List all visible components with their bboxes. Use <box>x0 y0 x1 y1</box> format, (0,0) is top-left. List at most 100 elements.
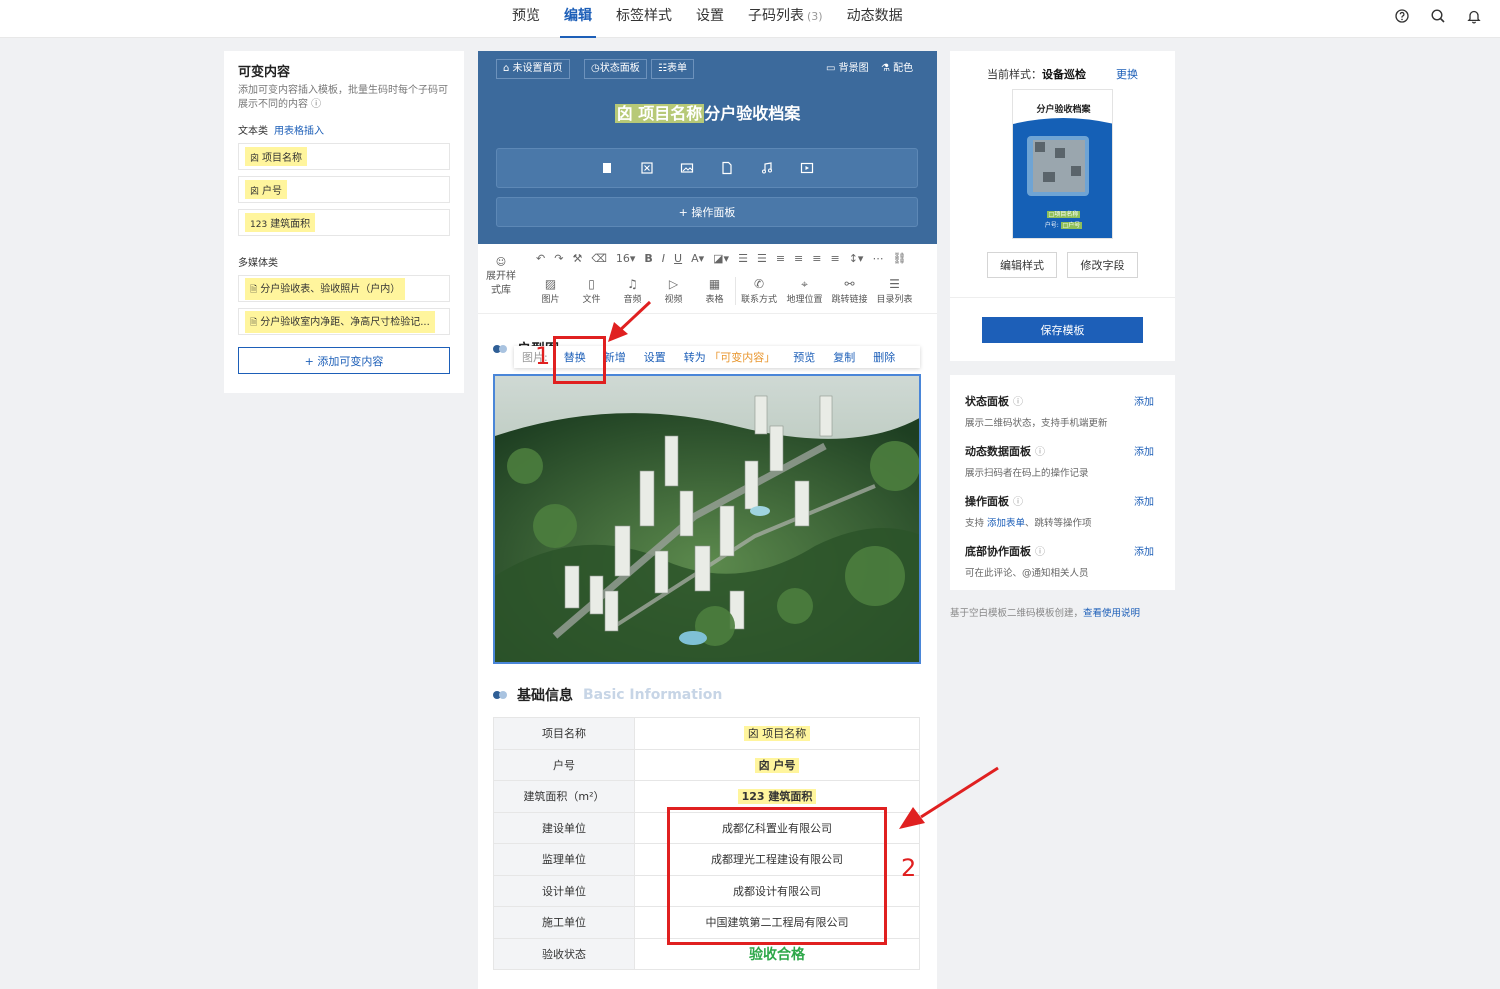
insert-toc-button[interactable]: ☰ 目录列表 <box>872 277 917 305</box>
align-right-icon[interactable]: ≡ <box>812 252 821 265</box>
underline-icon[interactable]: U <box>674 252 682 265</box>
add-collaboration-panel-link[interactable]: 添加 <box>1134 543 1154 558</box>
image-settings-button[interactable]: 设置 <box>644 349 666 365</box>
eraser-icon[interactable]: ⌫ <box>591 252 607 265</box>
aerial-view-image[interactable] <box>493 374 921 664</box>
bold-icon[interactable]: B <box>644 252 652 265</box>
insert-link-button[interactable]: ⚯ 跳转链接 <box>827 277 872 305</box>
help-icon[interactable]: ⓘ <box>1035 547 1045 558</box>
link-icon[interactable]: ⛓ <box>892 252 906 265</box>
video-icon[interactable] <box>800 161 814 175</box>
background-image-button[interactable]: ▭ 背景图 <box>826 59 869 74</box>
variable-content-panel: 可变内容 添加可变内容插入模板，批量生码时每个子码可展示不同的内容 ⓘ 文本类用… <box>224 51 464 393</box>
color-scheme-button[interactable]: ⚗ 配色 <box>881 59 913 74</box>
tab-dynamic-data[interactable]: 动态数据 <box>835 0 915 38</box>
panel-name: 状态面板 <box>965 395 1009 408</box>
file-icon[interactable] <box>720 161 734 175</box>
header-icon-bar <box>496 148 918 188</box>
variable-label: 户号 <box>262 186 283 197</box>
help-icon[interactable] <box>1394 8 1410 24</box>
delete-image-button[interactable]: 删除 <box>873 349 895 365</box>
highlight-icon[interactable]: ◪▾ <box>713 252 729 265</box>
insert-contact-button[interactable]: ✆ 联系方式 <box>735 277 782 305</box>
bookmark-icon[interactable] <box>600 161 614 175</box>
form-button[interactable]: ☷表单 <box>651 59 694 79</box>
usage-guide-link[interactable]: 查看使用说明 <box>1083 608 1140 619</box>
add-operation-panel-link[interactable]: 添加 <box>1134 493 1154 508</box>
list-icon: ☰ <box>889 277 900 291</box>
italic-icon[interactable]: I <box>662 252 665 265</box>
edit-fields-button[interactable]: 修改字段 <box>1067 252 1138 278</box>
preview-image-button[interactable]: 预览 <box>793 349 815 365</box>
insert-label: 图片 <box>541 295 560 305</box>
tab-edit[interactable]: 编辑 <box>552 0 604 38</box>
expand-style-library-button[interactable]: ☺ 展开样式库 <box>482 256 520 298</box>
add-operation-panel-button[interactable]: + 操作面板 <box>496 197 918 227</box>
file-icon: 🗎 <box>250 284 258 295</box>
variable-item-project-name[interactable]: 囟项目名称 <box>238 143 450 170</box>
add-dynamic-panel-link[interactable]: 添加 <box>1134 443 1154 458</box>
font-color-icon[interactable]: A▾ <box>691 252 704 265</box>
search-icon[interactable] <box>1430 8 1446 24</box>
section-title: 基础信息 <box>517 688 573 704</box>
edit-style-button[interactable]: 编辑样式 <box>987 252 1057 278</box>
variable-item-media-2[interactable]: 🗎 分户验收室内净距、净高尺寸检验记... <box>238 308 450 335</box>
panel-item-title: 底部协作面板 ⓘ <box>965 543 1160 559</box>
tab-label-style[interactable]: 标签样式 <box>604 0 684 38</box>
tab-preview[interactable]: 预览 <box>500 0 552 38</box>
help-icon[interactable]: ⓘ <box>1035 447 1045 458</box>
change-style-link[interactable]: 更换 <box>1116 66 1138 82</box>
music-icon[interactable] <box>760 161 774 175</box>
image-icon: ▨ <box>544 277 557 291</box>
align-left-icon[interactable]: ≡ <box>776 252 785 265</box>
variable-item-media-1[interactable]: 🗎 分户验收表、验收照片（户内） <box>238 275 450 302</box>
line-height-icon[interactable]: ↕▾ <box>849 252 864 265</box>
page-title[interactable]: 囟 项目名称 分户验收档案 <box>478 100 937 124</box>
add-variable-button[interactable]: + 添加可变内容 <box>238 347 450 374</box>
tab-settings[interactable]: 设置 <box>684 0 736 38</box>
row-key: 施工单位 <box>493 906 635 939</box>
add-status-panel-link[interactable]: 添加 <box>1134 393 1154 408</box>
panel-item-status: 状态面板 ⓘ 展示二维码状态，支持手机端更新 添加 <box>965 393 1160 429</box>
panel-item-title: 动态数据面板 ⓘ <box>965 443 1160 459</box>
tab-label: 标签样式 <box>616 8 672 24</box>
save-template-button[interactable]: 保存模板 <box>982 317 1143 343</box>
redo-icon[interactable]: ↷ <box>554 252 563 265</box>
variable-icon[interactable] <box>640 161 654 175</box>
convert-to-variable-button[interactable]: 转为 「可变内容」 <box>684 349 776 365</box>
style-thumbnail[interactable]: 分户验收档案 □项目名称 户号: □户号 <box>1012 89 1113 239</box>
align-center-icon[interactable]: ≡ <box>794 252 803 265</box>
insert-location-button[interactable]: ⌖ 地理位置 <box>782 277 827 305</box>
ordered-list-icon[interactable]: ☰ <box>738 252 748 265</box>
more-icon[interactable]: ⋯ <box>872 252 883 265</box>
copy-image-button[interactable]: 复制 <box>833 349 855 365</box>
panel-name: 底部协作面板 <box>965 545 1031 558</box>
style-label: 当前样式： <box>987 68 1042 81</box>
desc-text: 支持 <box>965 518 988 529</box>
font-size-select[interactable]: 16▾ <box>616 252 636 265</box>
insert-with-table-link[interactable]: 用表格插入 <box>274 126 324 137</box>
undo-icon[interactable]: ↶ <box>536 252 545 265</box>
set-homepage-button[interactable]: ⌂ 未设置首页 <box>496 59 570 79</box>
help-icon[interactable]: ⓘ <box>1013 397 1023 408</box>
panel-item-operation: 操作面板 ⓘ 支持 添加表单、跳转等操作项 添加 <box>965 493 1160 529</box>
insert-image-button[interactable]: ▨ 图片 <box>530 277 571 305</box>
thumbnail-chip: □项目名称 <box>1046 211 1081 218</box>
annotation-arrow-2 <box>899 766 999 829</box>
help-icon[interactable]: ⓘ <box>1013 497 1023 508</box>
image-icon[interactable] <box>680 161 694 175</box>
bullet-list-icon[interactable]: ☰ <box>757 252 767 265</box>
justify-icon[interactable]: ≡ <box>830 252 839 265</box>
add-form-link[interactable]: 添加表单 <box>987 518 1025 529</box>
tab-label: 设置 <box>696 8 724 24</box>
tab-subcode-list[interactable]: 子码列表 (3) <box>736 0 835 38</box>
variable-item-household[interactable]: 囟户号 <box>238 176 450 203</box>
section-label: 文本类 <box>238 126 268 137</box>
format-painter-icon[interactable]: ⚒ <box>572 252 582 265</box>
insert-table-button[interactable]: ▦ 表格 <box>694 277 735 305</box>
status-panel-button[interactable]: ◷状态面板 <box>584 59 647 79</box>
annotation-number-1: 1 <box>535 342 551 370</box>
variable-item-area[interactable]: 123 建筑面积 <box>238 209 450 236</box>
bell-icon[interactable] <box>1466 8 1482 24</box>
add-image-button[interactable]: 新增 <box>604 349 626 365</box>
